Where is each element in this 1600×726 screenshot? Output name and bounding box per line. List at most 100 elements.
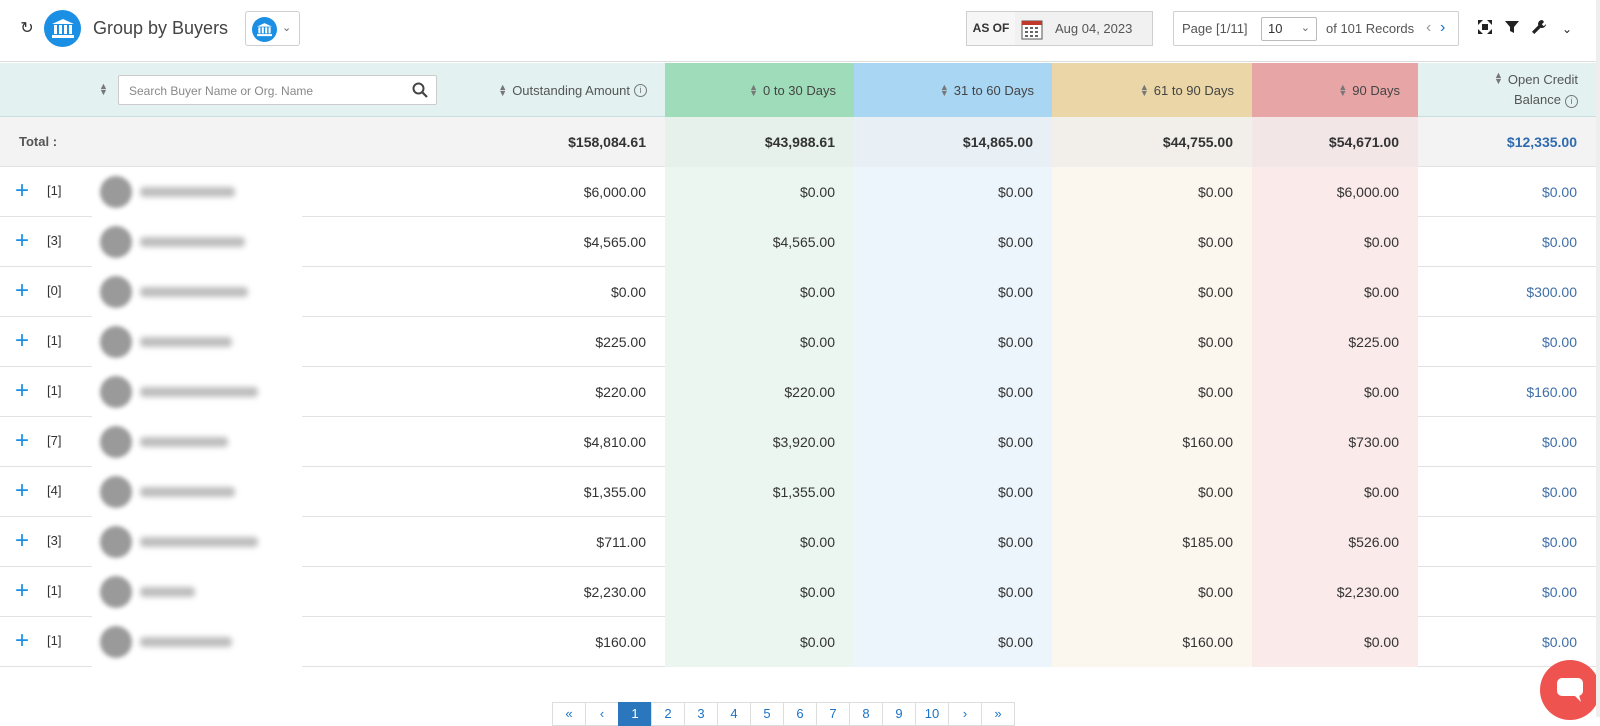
buyer-name-redacted[interactable]: [92, 417, 302, 467]
cell-0-30: $4,565.00: [665, 217, 854, 267]
buyer-name-blur: [140, 187, 235, 197]
page-button[interactable]: 8: [849, 702, 883, 726]
cell-61-90: $0.00: [1052, 267, 1252, 317]
cell-open-credit[interactable]: $0.00: [1418, 517, 1596, 567]
expand-row-icon[interactable]: +: [15, 629, 29, 653]
page-button[interactable]: 9: [882, 702, 916, 726]
expand-row-icon[interactable]: +: [15, 329, 29, 353]
cell-outstanding: $1,355.00: [583, 484, 646, 500]
cell-0-30: $0.00: [665, 567, 854, 617]
row-invoice-count: [3]: [47, 233, 62, 248]
buyer-name-redacted[interactable]: [92, 367, 302, 417]
prev-page-button[interactable]: ‹: [585, 702, 619, 726]
expand-row-icon[interactable]: +: [15, 279, 29, 303]
table-row: + [1] $160.00 $0.00 $0.00 $160.00 $0.00 $0.00: [0, 617, 1600, 667]
buyer-name-blur: [140, 237, 245, 247]
search-placeholder: Search Buyer Name or Org. Name: [129, 84, 314, 98]
col-90[interactable]: ▲ ▼ 90 Days: [1252, 63, 1418, 117]
col-31-60[interactable]: ▲ ▼ 31 to 60 Days: [854, 63, 1052, 117]
expand-row-icon[interactable]: +: [15, 379, 29, 403]
cell-90: $6,000.00: [1252, 167, 1418, 217]
buyer-name-redacted[interactable]: [92, 317, 302, 367]
cell-open-credit[interactable]: $0.00: [1418, 217, 1596, 267]
as-of-date-picker[interactable]: Aug 04, 2023: [1015, 11, 1153, 46]
table-header: ▲ ▼ Search Buyer Name or Org. Name ▲ ▼ Out…: [0, 63, 1600, 117]
page-button[interactable]: 7: [816, 702, 850, 726]
cell-61-90: $0.00: [1052, 317, 1252, 367]
page-button[interactable]: 6: [783, 702, 817, 726]
page-navigator: Page [1/11] 10 ⌄ of 101 Records ‹ ›: [1173, 11, 1459, 46]
cell-0-30: $0.00: [665, 317, 854, 367]
expand-row-icon[interactable]: +: [15, 179, 29, 203]
page-button[interactable]: 4: [717, 702, 751, 726]
buyer-name-blur: [140, 337, 232, 347]
col-open-credit[interactable]: ▲ ▼ Open Credit Balance i: [1418, 63, 1596, 117]
buyer-name-redacted[interactable]: [92, 217, 302, 267]
last-page-button[interactable]: »: [981, 702, 1015, 726]
col-61-90[interactable]: ▲ ▼ 61 to 90 Days: [1052, 63, 1252, 117]
filter-icon[interactable]: [1503, 20, 1521, 38]
col-0-30[interactable]: ▲ ▼ 0 to 30 Days: [665, 63, 854, 117]
buyer-name-blur: [140, 637, 232, 647]
next-page-icon[interactable]: ›: [1440, 19, 1445, 37]
prev-page-icon[interactable]: ‹: [1426, 19, 1431, 37]
col-outstanding[interactable]: ▲ ▼ Outstanding Amount i: [440, 63, 665, 117]
cell-open-credit[interactable]: $0.00: [1418, 467, 1596, 517]
expand-row-icon[interactable]: +: [15, 429, 29, 453]
cell-outstanding: $6,000.00: [583, 184, 646, 200]
cell-open-credit[interactable]: $160.00: [1418, 367, 1596, 417]
sort-icon[interactable]: ▲ ▼: [99, 82, 108, 97]
search-icon[interactable]: [412, 82, 428, 98]
cell-61-90: $160.00: [1052, 417, 1252, 467]
buyer-name-redacted[interactable]: [92, 617, 302, 667]
expand-row-icon[interactable]: +: [15, 229, 29, 253]
total-outstanding: $158,084.61: [568, 134, 646, 150]
page-button[interactable]: 1: [618, 702, 652, 726]
chevron-down-icon[interactable]: ⌄: [1558, 20, 1576, 38]
page-size-select[interactable]: 10 ⌄: [1261, 17, 1317, 41]
info-icon[interactable]: i: [1565, 95, 1578, 108]
first-page-button[interactable]: «: [552, 702, 586, 726]
wrench-icon[interactable]: [1530, 20, 1548, 38]
expand-row-icon[interactable]: +: [15, 479, 29, 503]
total-90: $54,671.00: [1252, 117, 1418, 167]
buyer-search-input[interactable]: Search Buyer Name or Org. Name: [118, 75, 437, 105]
cell-open-credit[interactable]: $0.00: [1418, 417, 1596, 467]
expand-icon[interactable]: [1476, 20, 1494, 38]
sort-icon: ▲ ▼: [498, 82, 508, 98]
page-scrollbar[interactable]: [1596, 0, 1600, 717]
page-button[interactable]: 10: [915, 702, 949, 726]
avatar: [100, 326, 132, 358]
page-button[interactable]: 3: [684, 702, 718, 726]
row-invoice-count: [4]: [47, 483, 62, 498]
info-icon[interactable]: i: [634, 83, 647, 97]
expand-row-icon[interactable]: +: [15, 579, 29, 603]
buyer-name-redacted[interactable]: [92, 467, 302, 517]
page-button[interactable]: 5: [750, 702, 784, 726]
cell-open-credit[interactable]: $300.00: [1418, 267, 1596, 317]
total-credit[interactable]: $12,335.00: [1418, 117, 1596, 167]
expand-row-icon[interactable]: +: [15, 529, 29, 553]
as-of-date: Aug 04, 2023: [1055, 21, 1133, 36]
buyer-name-redacted[interactable]: [92, 517, 302, 567]
avatar: [100, 376, 132, 408]
buyer-name-redacted[interactable]: [92, 267, 302, 317]
chat-widget-button[interactable]: [1540, 660, 1600, 720]
buyer-name-redacted[interactable]: [92, 567, 302, 617]
cell-open-credit[interactable]: $0.00: [1418, 567, 1596, 617]
col-credit-label-2: Balance: [1514, 92, 1561, 107]
page-button[interactable]: 2: [651, 702, 685, 726]
row-invoice-count: [7]: [47, 433, 62, 448]
cell-open-credit[interactable]: $0.00: [1418, 167, 1596, 217]
refresh-icon[interactable]: ↻: [18, 20, 36, 38]
cell-outstanding: $4,565.00: [583, 234, 646, 250]
avatar: [100, 476, 132, 508]
buyer-name-blur: [140, 537, 258, 547]
next-page-button[interactable]: ›: [948, 702, 982, 726]
chevron-down-icon: ⌄: [1300, 22, 1310, 34]
cell-open-credit[interactable]: $0.00: [1418, 317, 1596, 367]
table-row: + [0] $0.00 $0.00 $0.00 $0.00 $0.00 $300.00: [0, 267, 1600, 317]
buyer-name-redacted[interactable]: [92, 167, 302, 217]
group-type-select[interactable]: ⌄: [245, 11, 300, 46]
cell-31-60: $0.00: [854, 317, 1052, 367]
